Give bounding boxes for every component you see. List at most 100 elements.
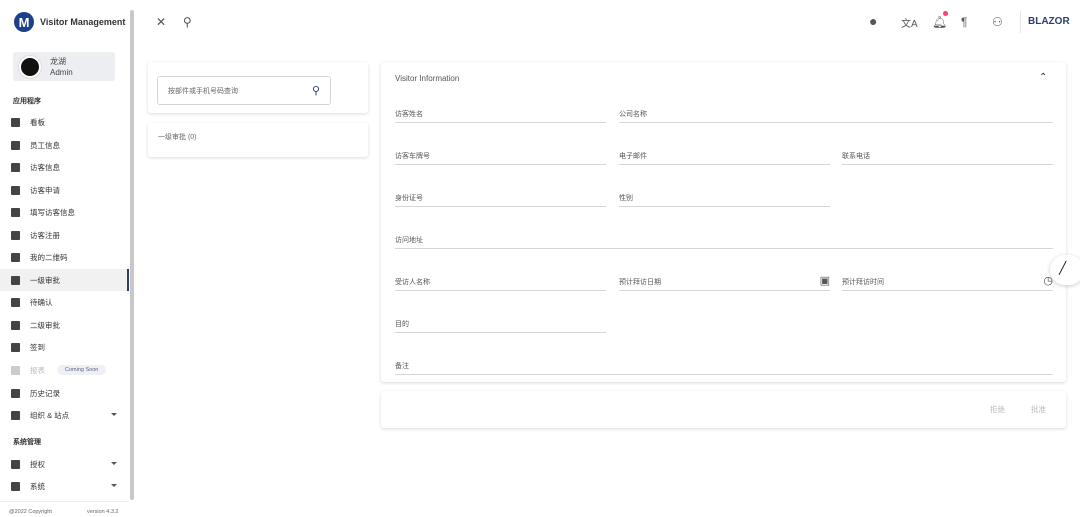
field-label: 性别 — [619, 195, 633, 202]
bell-icon[interactable]: 🔔︎ — [932, 15, 947, 29]
sidebar-item-label: 系统 — [30, 481, 45, 491]
field-purpose[interactable]: 目的 — [395, 319, 606, 333]
brush-icon: ╱ — [1059, 261, 1067, 275]
sidebar-item[interactable]: 授权 — [0, 453, 129, 475]
sidebar-item[interactable]: 系统 — [0, 475, 129, 497]
field-label: 目的 — [395, 321, 409, 328]
form-title: Visitor Information — [395, 74, 460, 83]
sidebar-item-label: 访客信息 — [30, 162, 60, 172]
sidebar-item-label: 签到 — [30, 342, 45, 352]
sidebar-scrollbar[interactable] — [130, 10, 134, 500]
field-email[interactable]: 电子邮件 — [619, 151, 830, 165]
calendar-icon[interactable]: ▣ — [820, 274, 830, 287]
section-system: 系统管理 — [13, 439, 41, 446]
sidebar-item[interactable]: 访客注册 — [0, 224, 129, 246]
version: version 4.3.2 — [87, 509, 119, 515]
coming-soon-badge: Coming Soon — [57, 365, 107, 375]
field-label: 身份证号 — [395, 195, 423, 202]
field-label: 公司名称 — [619, 111, 647, 118]
search-icon[interactable]: ⚲ — [183, 15, 192, 29]
field-visit-date[interactable]: 预计拜访日期 ▣ — [619, 274, 830, 291]
sidebar-item[interactable]: 员工信息 — [0, 134, 129, 156]
sidebar-item-label: 访客申请 — [30, 185, 60, 195]
field-label: 电子邮件 — [619, 153, 647, 160]
sidebar-item[interactable]: 历史记录 — [0, 382, 129, 404]
field-host[interactable]: 受访人名称 — [395, 277, 606, 291]
chevron-down-icon — [111, 462, 117, 465]
sidebar-item[interactable]: 看板 — [0, 111, 129, 133]
copyright: @2022 Copyright — [9, 509, 52, 515]
sidebar-item[interactable]: 访客信息 — [0, 156, 129, 178]
approve-button[interactable]: 批准 — [1031, 404, 1046, 415]
sidebar-item[interactable]: 签到 — [0, 336, 129, 358]
app-title: Visitor Management — [40, 17, 126, 27]
translate-icon[interactable]: 文A — [901, 15, 918, 30]
people-icon — [10, 320, 21, 331]
field-label: 联系电话 — [842, 153, 870, 160]
app-logo: M — [14, 12, 34, 32]
sidebar-item-label: 一级审批 — [30, 275, 60, 285]
actions-card — [381, 391, 1066, 428]
sidebar-item[interactable]: 二级审批 — [0, 314, 129, 336]
qr-code-icon — [10, 252, 21, 263]
field-visit-time[interactable]: 预计拜访时间 ◷ — [842, 275, 1053, 291]
text-direction-icon[interactable]: ¶ — [961, 15, 967, 29]
sidebar-item[interactable]: 我的二维码 — [0, 246, 129, 268]
brand[interactable]: M Visitor Management — [14, 12, 125, 32]
field-gender[interactable]: 性别 — [619, 193, 830, 207]
reject-button[interactable]: 拒绝 — [990, 404, 1005, 415]
dashboard-icon — [10, 117, 21, 128]
sidebar-item-label: 组织 & 站点 — [30, 410, 70, 420]
user-card[interactable]: 龙湖 Admin — [13, 52, 115, 81]
sidebar-item[interactable]: 一级审批 — [0, 269, 129, 291]
sidebar: M Visitor Management 龙湖 Admin 应用程序 看板员工信… — [0, 0, 129, 517]
chevron-up-icon[interactable]: ⌃ — [1039, 72, 1047, 83]
fact-check-icon — [10, 297, 21, 308]
field-label: 受访人名称 — [395, 279, 430, 286]
sidebar-item[interactable]: 组织 & 站点 — [0, 404, 129, 426]
field-name[interactable]: 访客姓名 — [395, 109, 606, 123]
field-label: 备注 — [395, 363, 409, 370]
sidebar-item[interactable]: 报表 Coming Soon — [0, 359, 129, 381]
user-icon[interactable]: ⚇ — [992, 15, 1003, 29]
footer-divider — [0, 501, 129, 502]
shutter-icon — [10, 342, 21, 353]
sidebar-item-label: 员工信息 — [30, 140, 60, 150]
avatar — [18, 54, 42, 79]
sidebar-item[interactable]: 访客申请 — [0, 179, 129, 201]
sidebar-item-label: 我的二维码 — [30, 252, 68, 262]
field-label: 预计拜访时间 — [842, 279, 884, 286]
sidebar-item-label: 授权 — [30, 459, 45, 469]
history-icon — [10, 388, 21, 399]
field-label: 访客车牌号 — [395, 153, 430, 160]
book-icon — [10, 230, 21, 241]
theme-brush-button[interactable]: ╱ — [1050, 255, 1080, 285]
domain-icon — [10, 410, 21, 421]
section-apps: 应用程序 — [13, 98, 41, 105]
field-company[interactable]: 公司名称 — [619, 109, 1053, 123]
search-icon[interactable]: ⚲ — [312, 84, 320, 97]
post-add-icon — [10, 185, 21, 196]
search-input[interactable]: 按部件或手机号码查询 ⚲ — [157, 76, 331, 105]
field-plate[interactable]: 访客车牌号 — [395, 151, 606, 165]
edit-note-icon — [10, 207, 21, 218]
sidebar-item-label: 填写访客信息 — [30, 207, 75, 217]
sidebar-item-label: 二级审批 — [30, 320, 60, 330]
field-phone[interactable]: 联系电话 — [842, 151, 1053, 165]
sidebar-item-label: 待确认 — [30, 297, 53, 307]
user-name: 龙湖 — [50, 56, 66, 66]
sidebar-item-label: 报表 — [30, 365, 45, 375]
sidebar-item[interactable]: 待确认 — [0, 291, 129, 313]
chevron-down-icon — [111, 484, 117, 487]
github-icon[interactable]: ● — [869, 13, 877, 29]
sidebar-item[interactable]: 填写访客信息 — [0, 201, 129, 223]
close-icon[interactable]: ✕ — [156, 15, 166, 29]
field-address[interactable]: 访问地址 — [395, 235, 1053, 249]
field-id-number[interactable]: 身份证号 — [395, 193, 606, 207]
sidebar-item-label: 访客注册 — [30, 230, 60, 240]
chevron-down-icon — [111, 413, 117, 416]
chart-icon — [10, 365, 21, 376]
sidebar-item-label: 看板 — [30, 117, 45, 127]
field-remark[interactable]: 备注 — [395, 361, 1053, 375]
run-icon — [10, 162, 21, 173]
